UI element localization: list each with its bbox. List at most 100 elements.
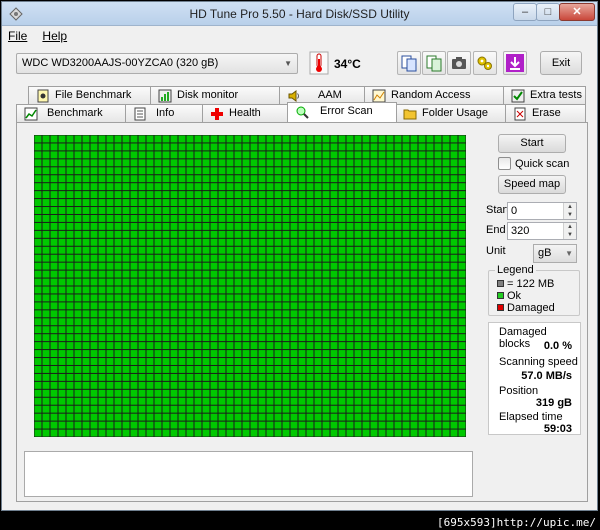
scan-block	[418, 286, 426, 294]
scan-block	[306, 421, 314, 429]
scan-block	[258, 381, 266, 389]
scan-block	[410, 199, 418, 207]
scan-block	[186, 254, 194, 262]
quick-scan-checkbox[interactable]	[498, 157, 511, 170]
scan-block	[194, 278, 202, 286]
scan-block	[354, 350, 362, 358]
scan-block	[178, 191, 186, 199]
scan-block	[306, 302, 314, 310]
scan-block	[210, 214, 218, 222]
scan-block	[98, 175, 106, 183]
scan-block	[234, 389, 242, 397]
scan-block	[242, 254, 250, 262]
scan-block	[410, 302, 418, 310]
menu-help[interactable]: Help	[42, 29, 67, 43]
start-button[interactable]: Start	[498, 134, 566, 153]
start-spinner[interactable]: ▲ ▼	[563, 203, 576, 219]
scan-block	[138, 135, 146, 143]
scan-block	[354, 143, 362, 151]
scan-block	[362, 326, 370, 334]
drive-select[interactable]: WDC WD3200AAJS-00YZCA0 (320 gB) ▼	[16, 53, 298, 74]
start-input[interactable]: 0 ▲ ▼	[507, 202, 577, 220]
scan-block	[434, 294, 442, 302]
scan-block	[146, 429, 154, 437]
unit-select[interactable]: gB ▼	[533, 244, 577, 263]
end-input[interactable]: 320 ▲ ▼	[507, 222, 577, 240]
scan-block	[394, 397, 402, 405]
scan-block	[386, 199, 394, 207]
tab-disk-monitor[interactable]: Disk monitor	[150, 86, 290, 104]
minimize-button[interactable]: –	[513, 3, 537, 21]
copy-info-button[interactable]	[397, 51, 421, 75]
close-button[interactable]: ✕	[559, 3, 595, 21]
scan-block	[314, 159, 322, 167]
scan-block	[354, 310, 362, 318]
scan-block	[330, 262, 338, 270]
scan-block	[442, 175, 450, 183]
speed-map-button[interactable]: Speed map	[498, 175, 566, 194]
exit-button[interactable]: Exit	[540, 51, 582, 75]
tab-erase[interactable]: Erase	[505, 104, 586, 122]
scan-block	[178, 318, 186, 326]
tab-folder-usage[interactable]: Folder Usage	[395, 104, 507, 122]
scan-block	[186, 365, 194, 373]
scan-block	[322, 278, 330, 286]
scan-block	[178, 175, 186, 183]
legend-swatch-red	[497, 304, 504, 311]
scan-block	[122, 151, 130, 159]
scan-block	[386, 326, 394, 334]
scan-block	[154, 405, 162, 413]
scan-block	[122, 358, 130, 365]
scan-block	[74, 278, 82, 286]
scan-block	[178, 286, 186, 294]
scan-block	[186, 278, 194, 286]
tab-error-scan[interactable]: Error Scan	[287, 102, 397, 122]
menu-file[interactable]: File	[8, 29, 27, 43]
scan-block	[330, 183, 338, 191]
scan-block	[338, 302, 346, 310]
scan-block	[186, 381, 194, 389]
scan-block	[106, 159, 114, 167]
scan-block	[162, 183, 170, 191]
scan-block	[266, 342, 274, 350]
end-spinner[interactable]: ▲ ▼	[563, 223, 576, 239]
scan-block	[386, 230, 394, 238]
scan-block	[194, 373, 202, 381]
scan-block	[218, 191, 226, 199]
gears-icon	[477, 56, 492, 70]
scan-block	[154, 135, 162, 143]
scan-block	[298, 413, 306, 421]
scan-block	[410, 389, 418, 397]
maximize-button[interactable]: □	[536, 3, 560, 21]
options-button[interactable]	[473, 51, 497, 75]
scan-block	[226, 397, 234, 405]
scan-block	[90, 230, 98, 238]
scan-block	[138, 175, 146, 183]
scan-block	[282, 318, 290, 326]
scan-block	[170, 421, 178, 429]
scan-block	[282, 254, 290, 262]
tab-file-benchmark[interactable]: File Benchmark	[28, 86, 158, 104]
scan-block	[58, 238, 66, 246]
scan-block	[322, 326, 330, 334]
scan-block	[378, 246, 386, 254]
scan-block	[370, 318, 378, 326]
scan-block	[354, 254, 362, 262]
screenshot-button[interactable]	[447, 51, 471, 75]
scan-block	[170, 310, 178, 318]
scan-block	[218, 183, 226, 191]
scan-block	[434, 214, 442, 222]
scan-block	[66, 413, 74, 421]
save-button[interactable]	[503, 51, 527, 75]
scan-block	[282, 334, 290, 342]
scan-block	[114, 262, 122, 270]
title-bar: HD Tune Pro 5.50 - Hard Disk/SSD Utility…	[2, 2, 597, 26]
tab-health[interactable]: Health	[202, 104, 288, 122]
scan-block	[338, 207, 346, 214]
scan-block	[106, 365, 114, 373]
scan-block	[154, 429, 162, 437]
tab-benchmark[interactable]: Benchmark	[16, 104, 138, 122]
copy-all-button[interactable]	[422, 51, 446, 75]
tab-extra-tests[interactable]: Extra tests	[503, 86, 586, 104]
scan-block	[58, 365, 66, 373]
